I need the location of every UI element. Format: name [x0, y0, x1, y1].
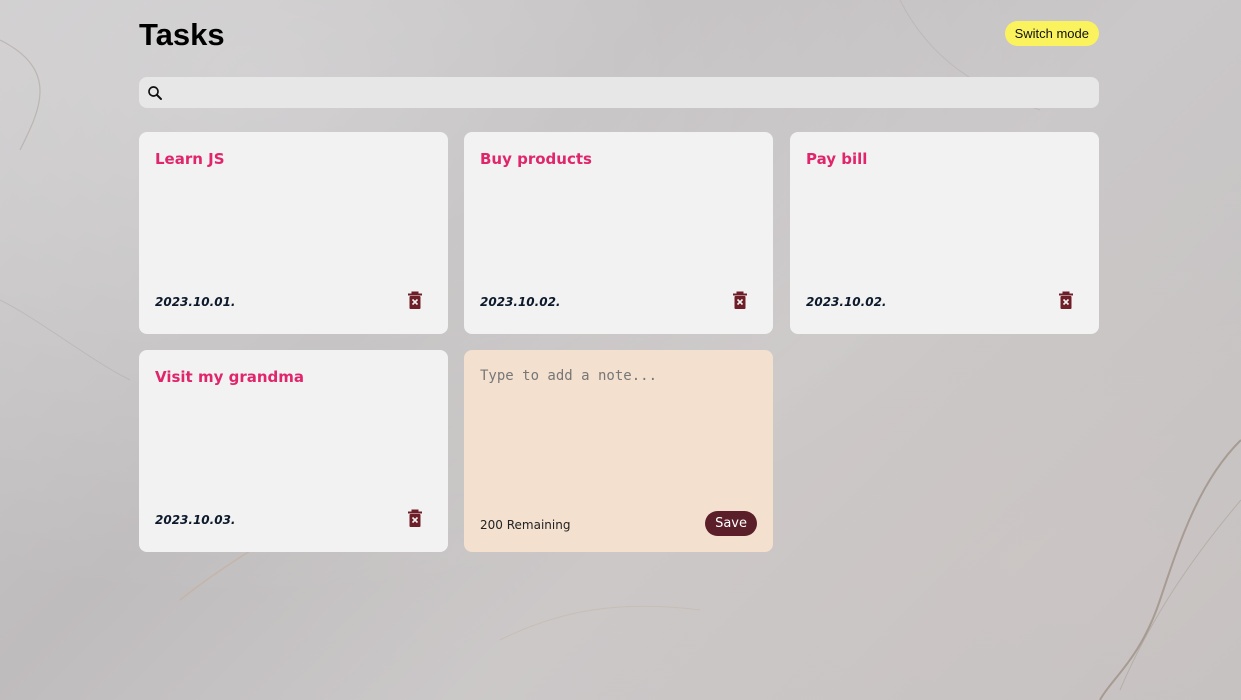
- note-title: Learn JS: [155, 150, 225, 168]
- trash-icon: [1059, 291, 1073, 309]
- switch-mode-button[interactable]: Switch mode: [1004, 21, 1099, 46]
- new-note-card: 200 Remaining Save: [464, 350, 773, 552]
- note-date: 2023.10.01.: [155, 295, 236, 309]
- delete-note-button[interactable]: [732, 291, 748, 309]
- trash-icon: [408, 509, 422, 527]
- page-title: Tasks: [139, 17, 225, 52]
- note-title: Buy products: [480, 150, 592, 168]
- search-input[interactable]: [164, 77, 1099, 108]
- delete-note-button[interactable]: [1058, 291, 1074, 309]
- note-card: Learn JS 2023.10.01.: [139, 132, 448, 334]
- note-date: 2023.10.02.: [480, 295, 561, 309]
- header: Tasks Switch mode: [139, 0, 1099, 72]
- search-icon: [146, 84, 164, 102]
- note-date: 2023.10.02.: [806, 295, 887, 309]
- delete-note-button[interactable]: [407, 509, 423, 527]
- delete-note-button[interactable]: [407, 291, 423, 309]
- save-button[interactable]: Save: [705, 511, 757, 536]
- note-card: Visit my grandma 2023.10.03.: [139, 350, 448, 552]
- search-bar: [139, 77, 1099, 108]
- trash-icon: [408, 291, 422, 309]
- remaining-counter: 200 Remaining: [480, 518, 571, 532]
- note-title: Pay bill: [806, 150, 868, 168]
- app-container: Tasks Switch mode Learn JS 2023.10.01. B…: [139, 0, 1099, 552]
- new-note-textarea[interactable]: [480, 368, 757, 488]
- note-card: Buy products 2023.10.02.: [464, 132, 773, 334]
- note-card: Pay bill 2023.10.02.: [790, 132, 1099, 334]
- trash-icon: [733, 291, 747, 309]
- note-date: 2023.10.03.: [155, 513, 236, 527]
- note-title: Visit my grandma: [155, 368, 305, 386]
